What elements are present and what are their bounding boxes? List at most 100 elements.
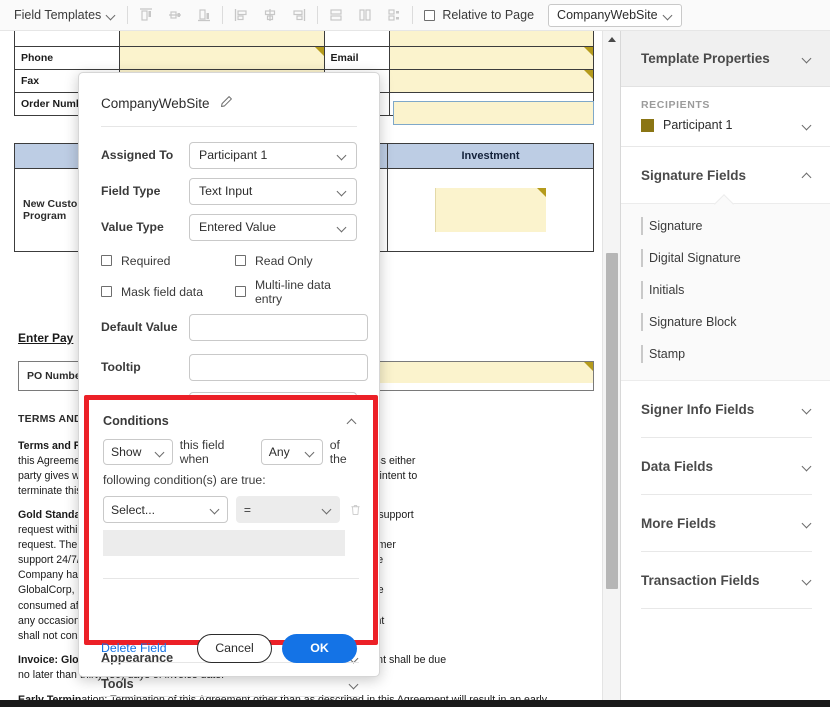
ok-button[interactable]: OK <box>282 633 357 663</box>
assigned-to-select[interactable]: Participant 1 <box>189 141 357 169</box>
chevron-down-icon <box>306 448 315 457</box>
trash-icon[interactable] <box>348 503 363 517</box>
field-cell-website[interactable] <box>388 69 594 93</box>
mask-field-data-label: Mask field data <box>121 284 203 299</box>
align-right-icon[interactable] <box>286 3 312 27</box>
field-templates-menu[interactable]: Field Templates <box>8 5 122 25</box>
toolbar-divider-2 <box>222 6 224 24</box>
field-cell[interactable] <box>119 31 325 47</box>
investment-cell[interactable] <box>387 168 594 252</box>
field-templates-label: Field Templates <box>14 8 102 22</box>
chevron-down-icon <box>338 187 347 196</box>
sidebar-item-signature[interactable]: Signature <box>621 210 830 242</box>
default-value-input[interactable] <box>189 313 368 341</box>
conditions-title: Conditions <box>103 414 169 428</box>
condition-field-select[interactable]: Select... <box>103 496 228 523</box>
sidebar-item-stamp[interactable]: Stamp <box>621 338 830 370</box>
condition-operator-select[interactable]: = <box>235 496 340 523</box>
required-checkbox[interactable]: Required <box>101 254 235 268</box>
field-corner-icon <box>584 47 593 56</box>
sidebar-item-initials[interactable]: Initials <box>621 274 830 306</box>
scrollbar-thumb[interactable] <box>606 253 618 589</box>
align-center-icon[interactable] <box>257 3 283 27</box>
condition-value-strip[interactable] <box>103 530 345 556</box>
condition-row: Select... = <box>89 487 373 523</box>
recipient-color-swatch-icon <box>641 118 654 132</box>
sidebar-item-signature-block[interactable]: Signature Block <box>621 306 830 338</box>
sidebar-section-template-properties[interactable]: Template Properties <box>621 31 830 87</box>
sidebar-section-signer-info-fields[interactable]: Signer Info Fields <box>621 381 830 437</box>
dialog-field-name: CompanyWebSite <box>101 96 210 111</box>
condition-action-select[interactable]: Show <box>103 439 173 465</box>
chevron-down-icon <box>803 462 812 471</box>
conditions-header[interactable]: Conditions <box>89 400 373 434</box>
delete-field-link[interactable]: Delete Field <box>101 641 197 655</box>
conditions-section: Conditions Show this field when Any of t… <box>89 400 373 640</box>
recipient-row[interactable]: Participant 1 <box>641 118 812 132</box>
row-label <box>14 31 120 47</box>
checkbox-row-2: Mask field data Multi-line data entry <box>101 276 357 307</box>
cancel-button[interactable]: Cancel <box>197 633 272 663</box>
chevron-down-icon <box>211 505 220 514</box>
field-cell-email[interactable] <box>388 46 594 70</box>
tooltip-input[interactable] <box>189 353 368 381</box>
sidebar-item-label: Digital Signature <box>649 251 741 265</box>
field-corner-icon <box>537 188 546 197</box>
conditions-divider <box>103 578 359 579</box>
condition-match-select[interactable]: Any <box>260 439 323 465</box>
field-select-value: CompanyWebSite <box>557 8 658 22</box>
sidebar-section-transaction-fields[interactable]: Transaction Fields <box>621 552 830 608</box>
condition-match-value: Any <box>268 445 290 459</box>
condition-action-value: Show <box>111 445 142 459</box>
toolbar-divider-3 <box>317 6 319 24</box>
right-sidebar: Template Properties RECIPIENTS Participa… <box>620 31 830 700</box>
field-select-dropdown[interactable]: CompanyWebSite <box>548 3 683 27</box>
value-type-select[interactable]: Entered Value <box>189 213 357 241</box>
chevron-down-icon[interactable] <box>803 121 812 130</box>
investment-field[interactable] <box>435 188 546 232</box>
dialog-title-row: CompanyWebSite <box>79 73 379 126</box>
tooltip-label: Tooltip <box>101 360 141 374</box>
chevron-up-icon <box>348 417 357 426</box>
mask-field-data-checkbox[interactable]: Mask field data <box>101 285 235 299</box>
conditions-text-line2: following condition(s) are true: <box>103 473 266 487</box>
dialog-body: Assigned To Participant 1 Field Type Tex… <box>79 127 379 423</box>
field-cell-phone[interactable] <box>119 46 325 70</box>
field-properties-dialog: CompanyWebSite Assigned To Participant 1… <box>78 72 380 697</box>
checkbox-box-icon <box>424 9 436 21</box>
align-left-icon[interactable] <box>228 3 254 27</box>
align-top-icon[interactable] <box>133 3 159 27</box>
value-type-label: Value Type <box>101 220 164 234</box>
distribute-vertical-icon[interactable] <box>323 3 349 27</box>
align-bottom-icon[interactable] <box>191 3 217 27</box>
document-scrollbar[interactable] <box>602 31 621 700</box>
template-properties-label: Template Properties <box>641 51 770 66</box>
align-middle-horizontal-icon[interactable] <box>162 3 188 27</box>
edit-pencil-icon[interactable] <box>219 95 233 112</box>
dialog-footer: Delete Field Cancel OK <box>79 620 379 676</box>
size-match-icon[interactable] <box>381 3 407 27</box>
field-cell[interactable] <box>388 31 594 47</box>
required-label: Required <box>121 253 171 268</box>
multi-line-checkbox[interactable]: Multi-line data entry <box>235 278 357 306</box>
sidebar-section-signature-fields[interactable]: Signature Fields <box>621 147 830 203</box>
sidebar-section-data-fields[interactable]: Data Fields <box>621 438 830 494</box>
sidebar-section-label: Signer Info Fields <box>641 401 755 417</box>
chevron-down-icon <box>338 151 347 160</box>
selected-field-highlight[interactable] <box>393 101 594 125</box>
chevron-down-icon <box>338 223 347 232</box>
distribute-horizontal-icon[interactable] <box>352 3 378 27</box>
sidebar-item-digital-signature[interactable]: Digital Signature <box>621 242 830 274</box>
checkbox-box-icon <box>235 255 246 266</box>
relative-to-page-checkbox[interactable]: Relative to Page <box>424 8 534 22</box>
field-type-select[interactable]: Text Input <box>189 177 357 205</box>
row-field-type: Field Type Text Input <box>101 173 357 209</box>
checkbox-box-icon <box>101 255 112 266</box>
sidebar-section-more-fields[interactable]: More Fields <box>621 495 830 551</box>
field-type-value: Text Input <box>199 184 253 198</box>
read-only-checkbox[interactable]: Read Only <box>235 254 313 268</box>
conditions-rule-line: Show this field when Any of the <box>89 434 373 466</box>
assigned-to-label: Assigned To <box>101 148 174 162</box>
row-value-type: Value Type Entered Value <box>101 209 357 245</box>
scroll-up-arrow-icon[interactable] <box>603 31 621 48</box>
